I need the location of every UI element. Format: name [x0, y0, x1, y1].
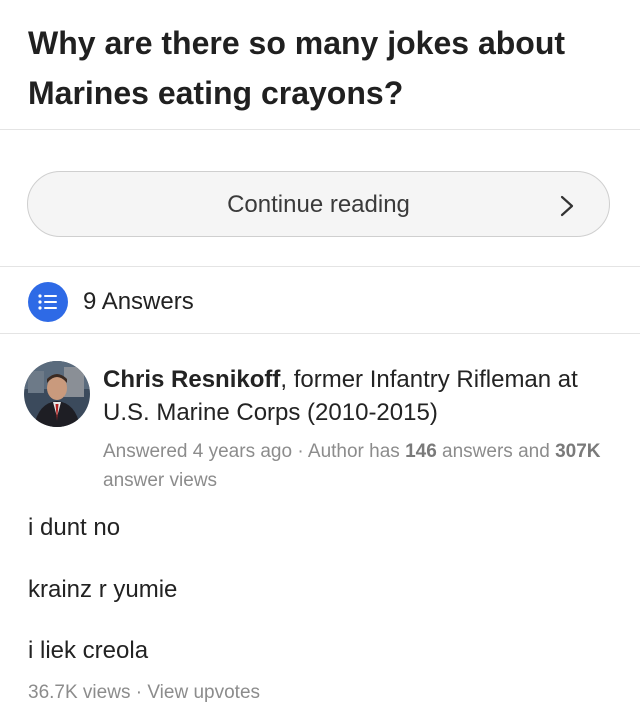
answer-body-line: i liek creola: [28, 637, 149, 664]
chevron-right-icon: [560, 195, 574, 217]
question-title: Why are there so many jokes about Marine…: [28, 25, 566, 111]
continue-reading-button[interactable]: Continue reading: [27, 171, 610, 237]
answer-meta-mid: answers and: [436, 441, 556, 462]
answers-count-label: 9 Answers: [83, 288, 194, 315]
author-credential-line: Chris Resnikoff, former Infantry Riflema…: [103, 363, 623, 429]
answer-meta-prefix: Answered 4 years ago · Author has: [103, 441, 406, 462]
footer-separator: ·: [130, 682, 148, 703]
author-answer-count: 146: [405, 441, 437, 462]
list-icon: [28, 282, 68, 322]
divider: [0, 266, 640, 267]
author-name-link[interactable]: Chris Resnikoff: [103, 366, 280, 393]
answer-footer: 36.7K views · View upvotes: [28, 682, 260, 704]
author-view-count: 307K: [555, 441, 601, 462]
view-upvotes-link[interactable]: View upvotes: [147, 682, 260, 703]
divider: [0, 129, 640, 130]
author-avatar[interactable]: [24, 361, 90, 427]
answer-body-line: krainz r yumie: [28, 576, 178, 603]
answer-meta-suffix: answer views: [103, 470, 218, 491]
answer-body-line: i dunt no: [28, 514, 121, 541]
answer-meta: Answered 4 years ago · Author has 146 an…: [103, 437, 623, 495]
views-count: 36.7K views: [28, 682, 131, 703]
divider: [0, 333, 640, 334]
continue-reading-label: Continue reading: [227, 191, 410, 218]
